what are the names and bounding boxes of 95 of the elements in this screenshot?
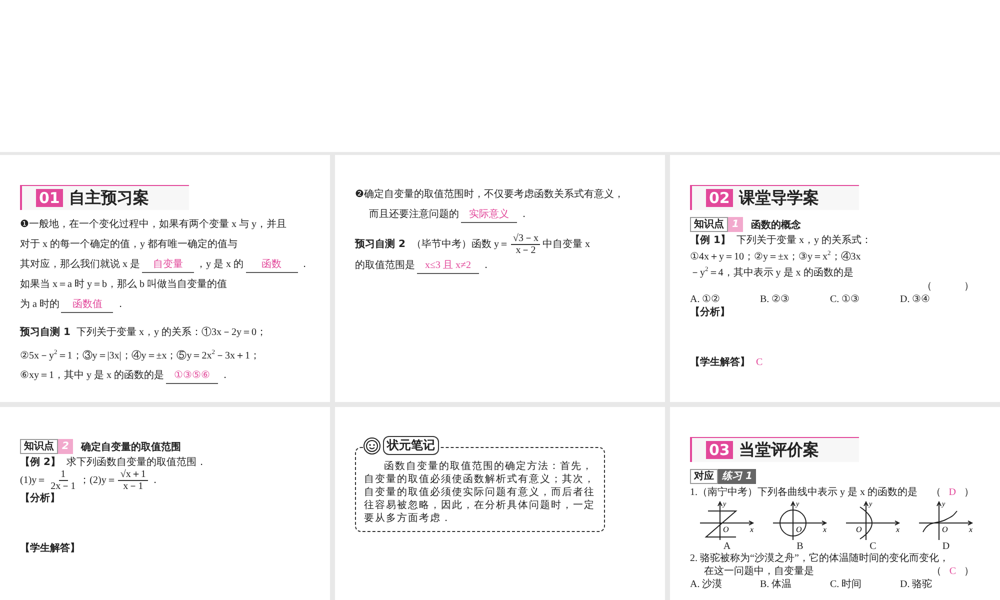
- option-text: D. 骆驼: [900, 578, 934, 591]
- tag-label: 知识点: [20, 439, 58, 454]
- sentence-text: 的取值范围是: [355, 258, 415, 273]
- exercise-label: 【例 2】: [20, 456, 60, 469]
- note-title: 状元笔记: [383, 436, 439, 455]
- heading-title: 课堂导学案: [738, 189, 819, 207]
- heading-number: 03: [706, 441, 733, 459]
- fraction: √x＋1 x－1: [118, 469, 148, 492]
- graph-label: D: [942, 541, 950, 552]
- sentence-text: ．: [150, 474, 160, 487]
- sentence-text: （毕节中考）函数 y＝: [411, 238, 509, 252]
- tag-label: 知识点: [690, 217, 728, 232]
- sentence-text: 下列关于变量 x，y 的关系式：: [736, 234, 872, 247]
- tag-title: 函数的概念: [750, 218, 801, 232]
- tag-title: 确定自变量的取值范围: [80, 440, 181, 454]
- sentence-text: ❶一般地，在一个变化过程中，如果有两个变量 x 与 y，并且: [20, 218, 286, 232]
- heading-title: 当堂评价案: [738, 441, 819, 459]
- option-text: A. ①②: [690, 292, 722, 306]
- sentence-text: ❷确定自变量的取值范围时，不仅要考虑函数关系式有意义，: [355, 188, 624, 202]
- smiley-icon: [363, 436, 381, 454]
- graph-label: B: [796, 541, 804, 552]
- fraction: √3－x x－2: [510, 233, 540, 256]
- bracket: ）: [964, 565, 974, 578]
- axis-label: x: [969, 525, 973, 534]
- option-text: C. ①③: [830, 292, 861, 306]
- option-text: B. 体温: [760, 578, 793, 591]
- bracket: ）: [964, 280, 974, 293]
- axis-label: x: [750, 525, 754, 534]
- axis-label: x: [823, 525, 827, 534]
- sentence-text: 对于 x 的每一个确定的值，y 都有唯一确定的值与: [20, 238, 238, 252]
- sentence-text: 其对应，那么我们就说 x 是: [20, 258, 140, 272]
- axis-label: O: [942, 525, 948, 534]
- fraction: 1 2x－1: [50, 469, 77, 492]
- bracket: （: [922, 280, 932, 293]
- heading-number: 01: [36, 189, 63, 207]
- sentence-text: ①4x＋y＝10；②y＝±x；③y＝x$^{2}$；④3x: [690, 249, 861, 264]
- fill-in-line: 函数值: [61, 298, 114, 312]
- fill-in-line: 自变量: [142, 258, 194, 272]
- slide-thumbnail[interactable]: 02 课堂导学案 知识点 1 函数的概念 【例 1】 下列关于变量 x，y 的关系式： ①4x＋y＝10；②y＝±x；③y＝x$^{2}$；④3x －y$^{2}$＝4，其中表示 y 是 x 的函数的是 （ ） A. ①② B. ②③ C. ①③ D. ③④ 【分析】 【学生解答】 C: [670, 155, 1000, 402]
- option-text: D. ③④: [900, 292, 932, 306]
- sentence-text: ，y 是 x 的: [196, 258, 244, 272]
- note-text: 函数自变量的取值范围的确定方法：首先，自变量的取值必须使函数解析式有意义；其次，自变量的取值必须使实际问题有意义，而后者往往容易被忽略，因此，在分析具体问题时，一定要从多方面考虑．: [364, 460, 596, 525]
- slide-thumbnail[interactable]: 状元笔记 函数自变量的取值范围的确定方法：首先，自变量的取值必须使函数解析式有意义；其次，自变量的取值必须使实际问题有意义，而后者往往容易被忽略，因此，在分析具体问题时，一定要从多方面考虑．: [335, 407, 665, 600]
- heading-number: 02: [706, 189, 733, 207]
- answer-letter: D: [948, 486, 956, 499]
- graph-label: A: [723, 541, 731, 552]
- sentence-text: ⑥xy＝1，其中 y 是 x 的函数的是: [20, 368, 164, 384]
- fill-in-line: ①③⑤⑥: [166, 368, 218, 384]
- bracket: （: [931, 565, 942, 578]
- tag-index: 2: [58, 439, 73, 454]
- sentence-text: 中自变量 x: [542, 238, 590, 252]
- bracket: （: [930, 486, 941, 499]
- answer-letter: C: [949, 565, 956, 578]
- slide-thumbnail[interactable]: [0, 155, 330, 402]
- sentence-text: －y$^{2}$＝4，其中表示 y 是 x 的函数的是: [690, 265, 854, 280]
- sentence-text: ．: [300, 258, 310, 272]
- heading-title: 自主预习案: [68, 189, 149, 207]
- graph-label: C: [870, 541, 876, 552]
- section-label: 【分析】: [690, 306, 730, 320]
- sentence-text: 在这一问题中，自变量是: [704, 565, 814, 578]
- option-text: A. 沙漠: [690, 578, 724, 591]
- sentence-text: ．: [115, 298, 126, 312]
- sentence-text: 1.（南宁中考）下列各曲线中表示 y 是 x 的函数的是: [690, 486, 918, 499]
- sentence-text: ．: [220, 369, 230, 384]
- fill-in-line: 实际意义: [461, 208, 517, 222]
- bracket: ）: [964, 486, 974, 499]
- sentence-text: ②5x－y$^{2}$＝1；③y＝|3x|；④y＝±x；⑤y＝2x$^{2}$－3x＋1；: [20, 348, 260, 364]
- tag-index: 练习 1: [718, 469, 756, 484]
- exercise-label: 预习自测 2: [355, 238, 406, 252]
- exercise-label: 预习自测 1: [20, 326, 70, 340]
- axis-label: O: [856, 525, 862, 534]
- sentence-text: 而且还要注意问题的: [369, 208, 459, 222]
- exercise-label: 【学生解答】: [690, 356, 750, 369]
- axis-label: O: [723, 525, 729, 534]
- axis-label: x: [896, 525, 900, 534]
- option-text: C. 时间: [830, 578, 863, 591]
- sentence-text: 下列关于变量 x，y 的关系：①3x－2y＝0；: [76, 326, 266, 340]
- sentence-text: ．: [519, 208, 529, 222]
- section-label: 【学生解答】: [20, 542, 80, 556]
- axis-label: O: [796, 525, 802, 534]
- tag-label: 对应: [690, 469, 718, 484]
- section-label: 【分析】: [20, 492, 60, 506]
- sentence-text: 为 a 时的: [20, 298, 60, 312]
- answer-text: C: [756, 356, 763, 369]
- sentence-text: ．: [480, 259, 491, 273]
- sentence-text: 求下列函数自变量的取值范围．: [66, 456, 206, 469]
- fill-in-line: 函数: [246, 258, 298, 272]
- sentence-text: ；(2)y＝: [80, 474, 116, 487]
- sentence-text: (1)y＝: [20, 474, 47, 487]
- fill-in-line: x≤3 且 x≠2: [417, 258, 479, 274]
- sentence-text: 如果当 x＝a 时 y＝b，那么 b 叫做当自变量的值: [20, 278, 227, 292]
- sentence-text: 2. 骆驼被称为“沙漠之舟”，它的体温随时间的变化而变化，: [690, 552, 949, 565]
- option-text: B. ②③: [760, 292, 791, 306]
- exercise-label: 【例 1】: [690, 234, 730, 247]
- tag-index: 1: [728, 217, 743, 232]
